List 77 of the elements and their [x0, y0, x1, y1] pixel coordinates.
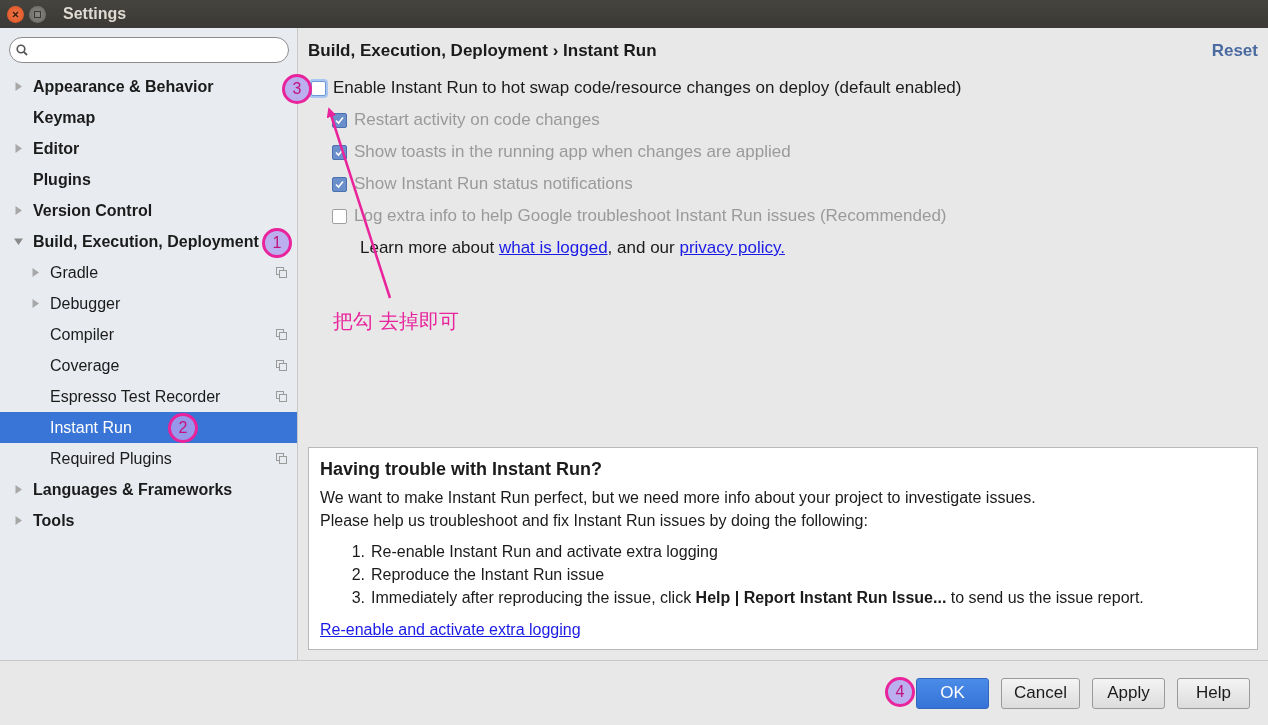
collapsed-arrow-icon[interactable]	[14, 82, 23, 91]
copy-icon	[276, 391, 287, 402]
dialog-button[interactable]: Apply	[1092, 677, 1165, 709]
maximize-button[interactable]	[29, 5, 46, 23]
copy-icon	[276, 329, 287, 340]
sidebar-item-label: Plugins	[33, 170, 91, 189]
checkbox-label: Restart activity on code changes	[354, 110, 600, 130]
sidebar-item-label: Gradle	[50, 263, 99, 282]
collapsed-arrow-icon[interactable]	[14, 516, 23, 525]
copy-icon	[276, 267, 287, 278]
annotation-note: 把勾 去掉即可	[333, 308, 460, 335]
collapsed-arrow-icon[interactable]	[31, 299, 40, 308]
help-text: Please help us troubleshoot and fix Instant Run issues by doing the following:	[320, 511, 869, 531]
expanded-arrow-icon[interactable]	[14, 237, 23, 246]
sidebar-item-label: Version Control	[33, 201, 153, 220]
help-step: Immediately after reproducing the issue, click Help | Report Instant Run Issue... to send us the issue report.	[371, 586, 1144, 609]
checkbox[interactable]	[311, 80, 326, 96]
ok-button[interactable]: OK	[916, 677, 990, 709]
sidebar-item-label: Languages & Frameworks	[33, 480, 233, 499]
sidebar-item[interactable]: Appearance & Behavior	[0, 71, 216, 102]
sidebar-item[interactable]: Build, Execution, Deployment	[0, 226, 261, 257]
help-title: Having trouble with Instant Run?	[320, 459, 603, 480]
sidebar-item[interactable]: Coverage	[0, 350, 297, 381]
sidebar-item[interactable]: Espresso Test Recorder	[0, 381, 297, 412]
annotation-marker: 4	[885, 677, 915, 707]
checkbox-label: Show Instant Run status notifications	[354, 174, 633, 194]
help-step: Reproduce the Instant Run issue	[371, 563, 605, 586]
sidebar-item-label: Espresso Test Recorder	[50, 387, 221, 406]
sidebar-item[interactable]: Compiler	[0, 319, 297, 350]
copy-icon	[276, 360, 287, 371]
sidebar-item-label: Instant Run	[50, 418, 132, 437]
sidebar-item-label: Appearance & Behavior	[33, 77, 214, 96]
sidebar-item[interactable]: Keymap	[0, 102, 98, 133]
dialog-button[interactable]: Cancel	[1001, 677, 1080, 709]
collapsed-arrow-icon[interactable]	[31, 268, 40, 277]
collapsed-arrow-icon[interactable]	[14, 206, 23, 215]
reset-link[interactable]: Reset	[1211, 40, 1258, 61]
sidebar-item[interactable]: Editor	[0, 133, 82, 164]
sidebar-item-label: Compiler	[50, 325, 114, 344]
copy-icon	[276, 453, 287, 464]
sidebar-item[interactable]: Plugins	[0, 164, 93, 195]
sidebar-item-label: Debugger	[50, 294, 121, 313]
search-field[interactable]	[9, 37, 289, 63]
link[interactable]: privacy policy.	[679, 238, 785, 257]
step-number: 1.	[351, 542, 365, 562]
link[interactable]: what is logged	[498, 238, 608, 257]
step-number: 3.	[351, 588, 365, 608]
sidebar-item[interactable]: Version Control	[0, 195, 155, 226]
checkmark-icon	[335, 179, 344, 189]
annotation-marker: 3	[282, 74, 312, 104]
collapsed-arrow-icon[interactable]	[14, 144, 23, 153]
help-text: We want to make Instant Run perfect, but we need more info about your project to investigate issues.	[320, 488, 1037, 508]
sidebar-item-label: Required Plugins	[50, 449, 172, 468]
checkbox-label: Enable Instant Run to hot swap code/resource changes on deploy (default enabled)	[333, 78, 962, 98]
sidebar-item[interactable]: Debugger	[0, 288, 123, 319]
sidebar-item-label: Tools	[33, 511, 75, 530]
maximize-icon	[34, 10, 41, 18]
collapsed-arrow-icon[interactable]	[14, 485, 23, 494]
breadcrumb-title: Build, Execution, Deployment › Instant Run	[308, 40, 657, 61]
close-icon	[12, 10, 19, 18]
close-button[interactable]	[7, 5, 24, 23]
dialog-button[interactable]: Help	[1177, 677, 1250, 709]
enable-logging-link[interactable]: Re-enable and activate extra logging	[320, 621, 581, 638]
sidebar-item-label: Coverage	[50, 356, 120, 375]
sidebar-item-label: Keymap	[33, 108, 96, 127]
help-step: Re-enable Instant Run and activate extra logging	[371, 540, 718, 563]
sidebar-item[interactable]: Gradle	[0, 257, 297, 288]
checkbox-label: Show toasts in the running app when changes are applied	[354, 142, 791, 162]
search-icon	[16, 44, 28, 56]
checkmark-icon	[335, 115, 344, 125]
window-title: Settings	[63, 5, 127, 23]
sidebar-item-label: Editor	[33, 139, 80, 158]
sidebar-item[interactable]: Tools	[0, 505, 77, 536]
sidebar-item[interactable]: Languages & Frameworks	[0, 474, 235, 505]
sidebar-item[interactable]: Required Plugins	[0, 443, 297, 474]
sidebar-item-label: Build, Execution, Deployment	[33, 232, 259, 251]
step-number: 2.	[351, 565, 365, 585]
